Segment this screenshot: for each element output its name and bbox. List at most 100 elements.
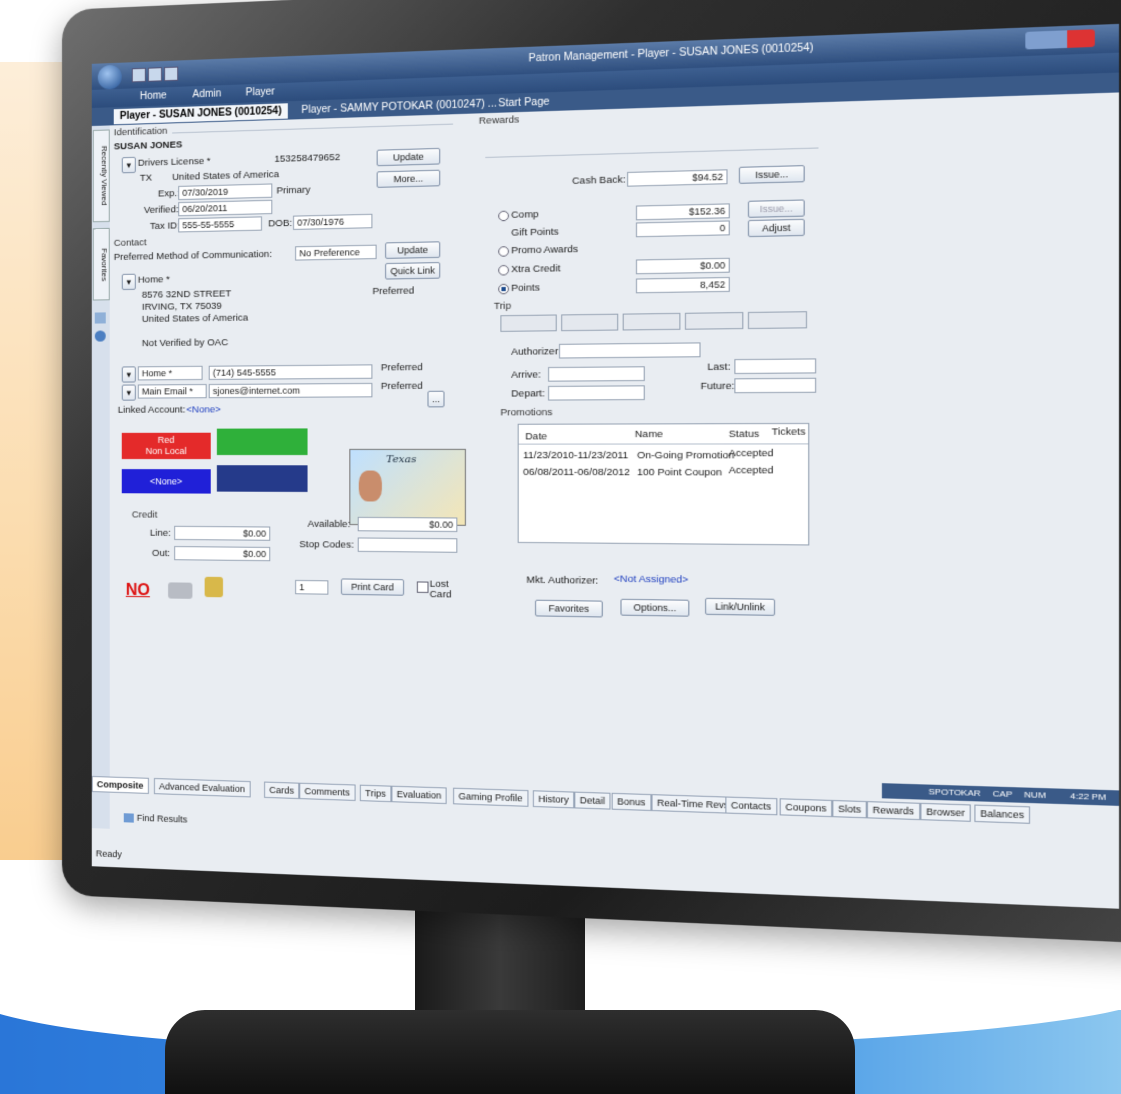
trip-cell[interactable]	[748, 311, 807, 329]
comp-field[interactable]: $152.36	[636, 203, 730, 220]
tab-cards[interactable]: Cards	[264, 782, 299, 800]
exp-field[interactable]: 07/30/2019	[178, 183, 272, 200]
promotion-name[interactable]: 100 Point Coupon	[637, 467, 722, 479]
lost-card-checkbox[interactable]	[417, 581, 429, 593]
cashback-issue-button[interactable]: Issue...	[739, 165, 805, 184]
tab-advanced-evaluation[interactable]: Advanced Evaluation	[154, 778, 250, 797]
promotion-name[interactable]: On-Going Promotion	[637, 450, 734, 462]
promotions-col-tickets[interactable]: Tickets	[772, 426, 806, 438]
phone-type-dropdown[interactable]: ▾	[122, 366, 136, 382]
pref-field[interactable]: No Preference	[295, 245, 377, 261]
promotions-col-status[interactable]: Status	[729, 428, 759, 440]
tab-susan-jones[interactable]: Player - SUSAN JONES (0010254)	[114, 103, 288, 124]
email-type-field[interactable]: Main Email *	[138, 384, 207, 399]
dob-field[interactable]: 07/30/1976	[293, 214, 372, 230]
adjust-button[interactable]: Adjust	[748, 219, 805, 237]
tab-trips[interactable]: Trips	[360, 785, 391, 803]
money-icon[interactable]	[168, 582, 192, 599]
verified-field[interactable]: 06/20/2011	[178, 200, 272, 217]
forward-icon[interactable]	[164, 67, 178, 82]
gift-points-field[interactable]: 0	[636, 220, 730, 237]
credit-line-field[interactable]: $0.00	[174, 526, 270, 541]
comp-issue-button[interactable]: Issue...	[748, 199, 805, 217]
linked-account-browse-button[interactable]: ...	[427, 391, 444, 408]
address-type-dropdown[interactable]: ▾	[122, 274, 136, 290]
tab-real-time-revs[interactable]: Real-Time Revs	[651, 794, 734, 814]
tab-gaming-profile[interactable]: Gaming Profile	[453, 788, 528, 807]
trip-authorizer-field[interactable]	[559, 342, 701, 358]
globe-icon[interactable]	[95, 330, 106, 341]
menu-home[interactable]: Home	[140, 90, 167, 102]
back-icon[interactable]	[148, 67, 162, 82]
save-icon[interactable]	[132, 68, 146, 83]
options-button[interactable]: Options...	[620, 599, 689, 617]
email-type-dropdown[interactable]: ▾	[122, 384, 136, 400]
promotion-status[interactable]: Accepted	[729, 465, 774, 477]
player-color-red[interactable]: Red Non Local	[122, 433, 211, 459]
depart-field[interactable]	[548, 385, 645, 400]
window-controls[interactable]	[1025, 29, 1095, 49]
points-radio[interactable]	[498, 284, 509, 295]
trip-cell[interactable]	[561, 314, 618, 332]
promotions-col-name[interactable]: Name	[635, 429, 663, 441]
tab-composite[interactable]: Composite	[92, 776, 149, 794]
menu-admin[interactable]: Admin	[192, 88, 221, 100]
tab-slots[interactable]: Slots	[832, 800, 867, 818]
tab-favorites[interactable]: Favorites	[93, 228, 110, 301]
tab-rewards[interactable]: Rewards	[867, 801, 920, 820]
id-more-button[interactable]: More...	[377, 170, 441, 188]
promotions-table[interactable]: Date Name Status Tickets 11/23/2010-11/2…	[518, 423, 810, 546]
promotion-status[interactable]: Accepted	[729, 448, 774, 460]
tab-recently-viewed[interactable]: Recently Viewed	[93, 129, 110, 222]
quick-link-button[interactable]: Quick Link	[385, 262, 440, 280]
taxid-field[interactable]: 555-55-5555	[178, 216, 262, 232]
tab-evaluation[interactable]: Evaluation	[391, 786, 446, 804]
tab-coupons[interactable]: Coupons	[780, 798, 833, 817]
points-field[interactable]: 8,452	[636, 277, 730, 293]
future-field[interactable]	[734, 378, 816, 394]
tab-history[interactable]: History	[533, 790, 574, 808]
tab-comments[interactable]: Comments	[299, 783, 355, 801]
tab-bonus[interactable]: Bonus	[612, 793, 651, 811]
contact-update-button[interactable]: Update	[385, 241, 440, 259]
tab-contacts[interactable]: Contacts	[725, 796, 777, 815]
notes-icon[interactable]	[95, 312, 106, 323]
trip-cell[interactable]	[623, 313, 681, 331]
promo-awards-radio[interactable]	[498, 246, 509, 257]
promotions-col-date[interactable]: Date	[525, 431, 547, 443]
tab-start-page[interactable]: Start Page	[492, 94, 556, 112]
linked-account-link[interactable]: <None>	[186, 404, 220, 415]
player-color-navy[interactable]	[217, 465, 308, 492]
arrive-field[interactable]	[548, 366, 645, 381]
menu-player[interactable]: Player	[246, 86, 275, 98]
xtra-credit-field[interactable]: $0.00	[636, 258, 730, 275]
find-results-tab[interactable]: Find Results	[124, 812, 188, 825]
id-update-button[interactable]: Update	[377, 148, 441, 166]
tab-browser[interactable]: Browser	[920, 803, 970, 822]
tab-balances[interactable]: Balances	[974, 805, 1030, 824]
favorites-button[interactable]: Favorites	[535, 600, 603, 618]
player-color-green[interactable]	[217, 428, 308, 455]
credit-out-field[interactable]: $0.00	[174, 546, 270, 561]
no-mail-icon[interactable]: NO	[126, 582, 150, 600]
cashback-field[interactable]: $94.52	[627, 169, 727, 186]
last-field[interactable]	[734, 358, 816, 374]
promotion-date[interactable]: 06/08/2011-06/08/2012	[523, 467, 630, 479]
app-orb-icon[interactable]	[98, 65, 122, 90]
link-unlink-button[interactable]: Link/Unlink	[705, 598, 775, 616]
copies-stepper[interactable]: 1	[295, 580, 328, 595]
tab-detail[interactable]: Detail	[574, 792, 610, 810]
xtra-credit-radio[interactable]	[498, 265, 509, 276]
id-type-dropdown[interactable]: ▾	[122, 157, 136, 174]
comp-radio[interactable]	[498, 211, 509, 222]
trip-cell[interactable]	[685, 312, 743, 330]
player-tools-icon[interactable]	[205, 577, 223, 598]
phone-field[interactable]: (714) 545-5555	[209, 364, 373, 380]
print-card-button[interactable]: Print Card	[341, 578, 404, 595]
player-color-blue[interactable]: <None>	[122, 469, 211, 494]
trip-cell[interactable]	[500, 314, 556, 331]
email-field[interactable]: sjones@internet.com	[209, 383, 373, 398]
stop-codes-field[interactable]	[358, 537, 458, 552]
available-field[interactable]: $0.00	[358, 517, 458, 532]
promotion-date[interactable]: 11/23/2010-11/23/2011	[523, 450, 628, 462]
